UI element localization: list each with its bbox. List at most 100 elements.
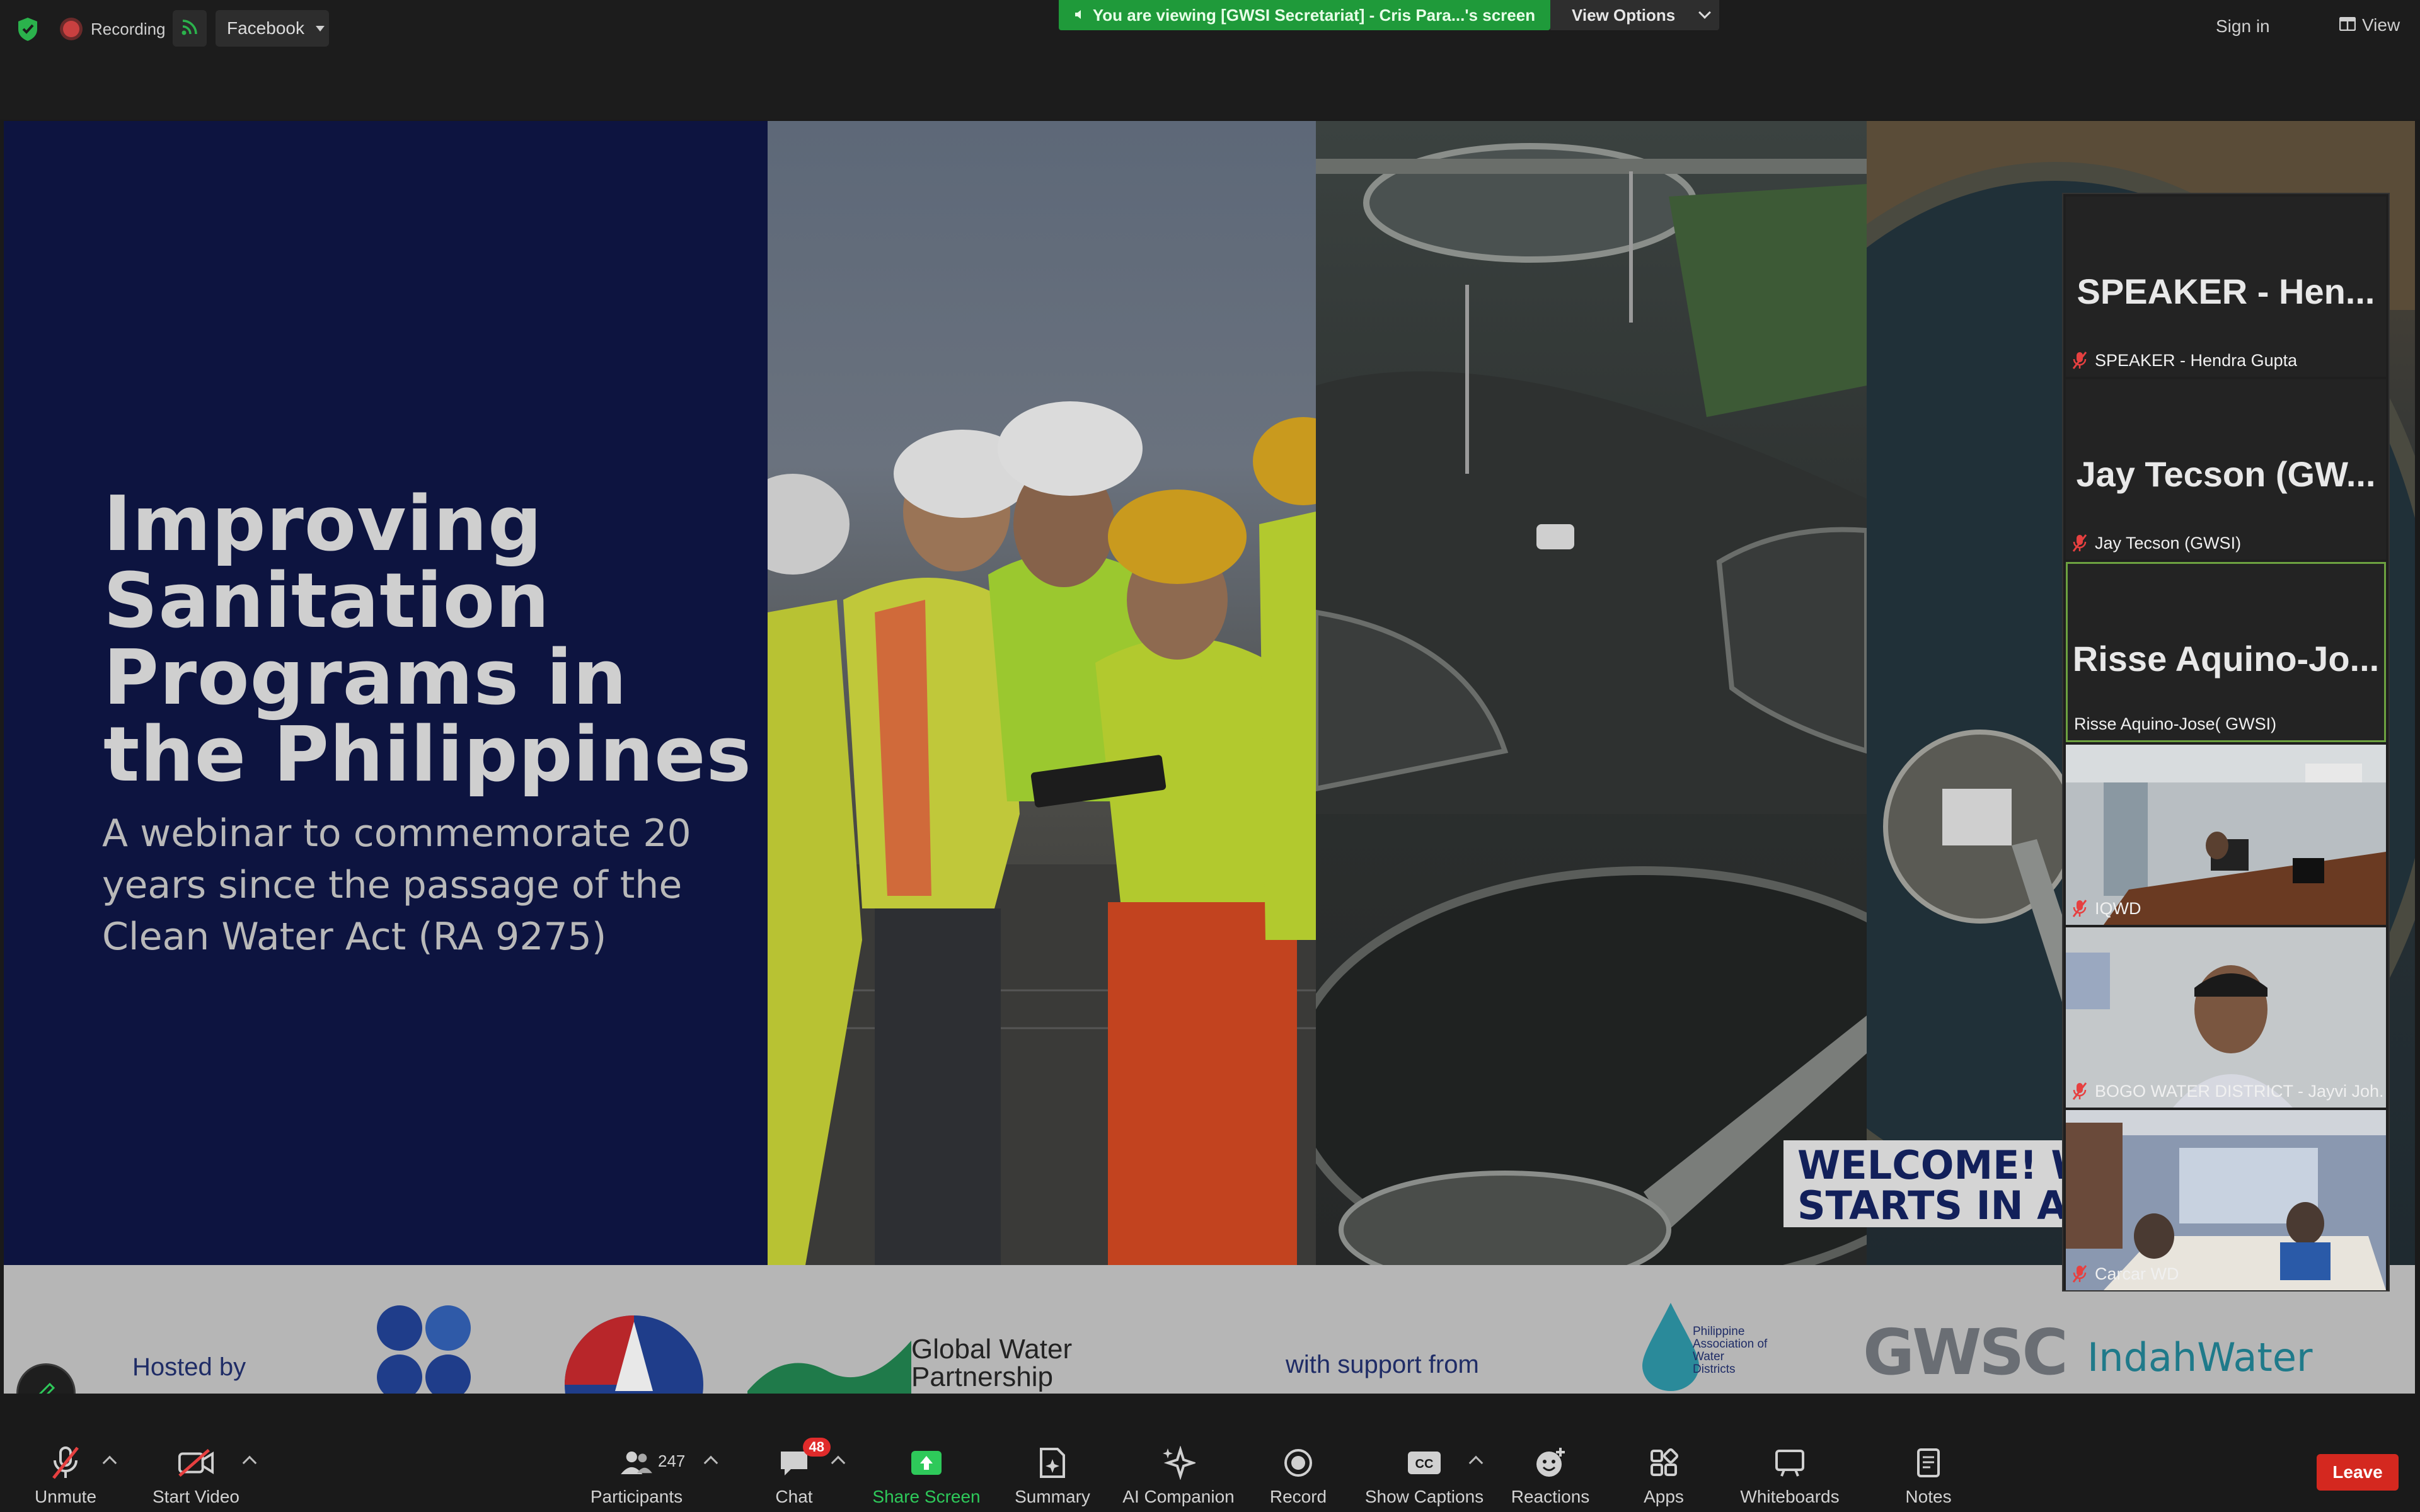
top-bar: Recording Facebook You are viewing [GWSI… [0,0,2420,120]
host-logo-2 [558,1315,710,1394]
share-screen-button[interactable]: Share Screen [870,1394,983,1512]
chat-options-caret-icon[interactable] [831,1455,846,1470]
chat-button[interactable]: 48 Chat [756,1394,832,1512]
share-screen-icon [908,1444,945,1482]
unmute-button[interactable]: Unmute [28,1394,103,1512]
apps-icon [1645,1444,1683,1482]
start-video-button[interactable]: Start Video [149,1394,243,1512]
paw-logo-line: Districts [1693,1363,1736,1376]
audio-options-caret-icon[interactable] [102,1455,117,1470]
participant-name-label: Jay Tecson (GWSI) [2072,530,2241,556]
security-shield-icon[interactable] [16,16,39,42]
participant-name-label: Carcar WD [2072,1261,2179,1286]
svg-text:CC: CC [1415,1457,1434,1471]
ai-companion-label: AI Companion [1122,1487,1235,1506]
notes-button[interactable]: Notes [1891,1394,1966,1512]
participants-icon: 247 [618,1444,685,1482]
gwp-wave-icon [747,1334,911,1394]
ai-companion-button[interactable]: AI Companion [1115,1394,1242,1512]
participant-name-label: SPEAKER - Hendra Gupta [2072,348,2297,373]
participant-tile[interactable]: BOGO WATER DISTRICT - Jayvi Joh... [2066,927,2386,1108]
summary-label: Summary [1015,1487,1090,1506]
closed-captions-icon: CC [1405,1444,1443,1482]
gwsc-logo: GWSC [1863,1315,2068,1389]
paw-logo-line: Association of [1693,1337,1768,1351]
indah-water-logo: IndahWater [2087,1334,2313,1380]
gwp-logo-text: Global Water Partnership [911,1336,1072,1391]
reactions-label: Reactions [1511,1487,1590,1506]
participant-display-name: SPEAKER - Hen... [2077,272,2375,311]
participant-tile[interactable]: Jay Tecson (GW... Jay Tecson (GWSI) [2066,379,2386,559]
participant-name: BOGO WATER DISTRICT - Jayvi Joh... [2095,1081,2385,1101]
rss-stream-icon [180,18,199,40]
unmute-label: Unmute [34,1487,97,1506]
start-video-label: Start Video [152,1487,240,1506]
stream-target-dropdown[interactable]: Facebook [216,10,329,47]
show-captions-button[interactable]: CC Show Captions [1361,1394,1487,1512]
mic-muted-icon [2072,1264,2087,1283]
slide-subtitle-line: Clean Water Act (RA 9275) [102,915,607,959]
participant-name-label: BOGO WATER DISTRICT - Jayvi Joh... [2072,1079,2385,1104]
mic-muted-icon [47,1444,84,1482]
live-stream-button[interactable] [173,10,207,47]
reactions-emoji-icon [1531,1444,1569,1482]
whiteboard-icon [1771,1444,1809,1482]
gwp-logo-line: Partnership [911,1361,1054,1392]
gwp-logo-line: Global Water [911,1334,1073,1365]
participant-tile[interactable]: IQWD [2066,745,2386,925]
chat-unread-badge: 48 [802,1438,831,1457]
mic-muted-icon [2072,534,2087,553]
show-captions-label: Show Captions [1364,1487,1484,1506]
participant-name: Carcar WD [2095,1264,2179,1283]
participant-name-label: IQWD [2072,896,2141,921]
view-options-button[interactable]: View Options [1550,0,1719,30]
recording-dot-icon [63,21,79,37]
whiteboards-button[interactable]: Whiteboards [1727,1394,1853,1512]
paw-logo: Philippine Association of Water District… [1642,1303,1806,1394]
slide-title-line: Programs in [103,634,628,722]
share-screen-label: Share Screen [872,1487,981,1506]
view-options-label: View Options [1572,5,1676,25]
slide-title-panel: Improving Sanitation Programs in the Phi… [4,121,768,1265]
participant-tile[interactable]: SPEAKER - Hen... SPEAKER - Hendra Gupta [2066,197,2386,377]
shared-screen[interactable]: Improving Sanitation Programs in the Phi… [4,121,2415,1394]
dropdown-caret-icon [315,25,325,32]
participant-name: Risse Aquino-Jose( GWSI) [2074,714,2277,733]
video-options-caret-icon[interactable] [242,1455,257,1470]
chevron-down-icon [1698,6,1712,19]
participant-tile[interactable]: Carcar WD [2066,1110,2386,1290]
slide-title-line: Sanitation [103,558,550,645]
participant-display-name: Jay Tecson (GW... [2076,454,2376,494]
chat-label: Chat [775,1487,813,1506]
reactions-button[interactable]: Reactions [1511,1394,1590,1512]
view-label: View [2362,15,2400,35]
participants-options-caret-icon[interactable] [703,1455,718,1470]
ai-sparkle-icon [1160,1444,1197,1482]
grid-view-icon [2339,15,2356,35]
slide-title-line: Improving [103,481,543,568]
view-button[interactable]: View [2339,15,2400,35]
apps-button[interactable]: Apps [1626,1394,1702,1512]
participant-name: IQWD [2095,898,2141,918]
host-logo-1 [369,1303,483,1394]
participant-tile-active-speaker[interactable]: Risse Aquino-Jo... Risse Aquino-Jose( GW… [2066,562,2386,742]
workers-photo [768,121,1316,1265]
participants-button[interactable]: 247 Participants [586,1394,687,1512]
summary-button[interactable]: Summary [1008,1394,1097,1512]
sign-in-link[interactable]: Sign in [2216,16,2270,37]
slide-title-line: the Philippines [103,711,752,799]
leave-button[interactable]: Leave [2317,1454,2399,1491]
viewing-banner-text: You are viewing [GWSI Secretariat] - Cri… [1092,5,1536,25]
sponsor-logo-strip: Hosted by Global Water Partnership with … [4,1265,2415,1394]
video-off-icon [177,1444,215,1482]
apps-label: Apps [1644,1487,1684,1506]
participant-name-label: Risse Aquino-Jose( GWSI) [2074,711,2276,736]
slide-title: Improving Sanitation Programs in the Phi… [103,486,759,794]
paw-logo-line: Water [1693,1350,1724,1363]
recording-indicator[interactable]: Recording [63,14,166,44]
mic-muted-icon [2072,351,2087,370]
treatment-plant-photo [1316,121,1867,1265]
record-button[interactable]: Record [1260,1394,1336,1512]
summary-icon [1034,1444,1071,1482]
hosted-by-label: Hosted by [132,1353,246,1381]
